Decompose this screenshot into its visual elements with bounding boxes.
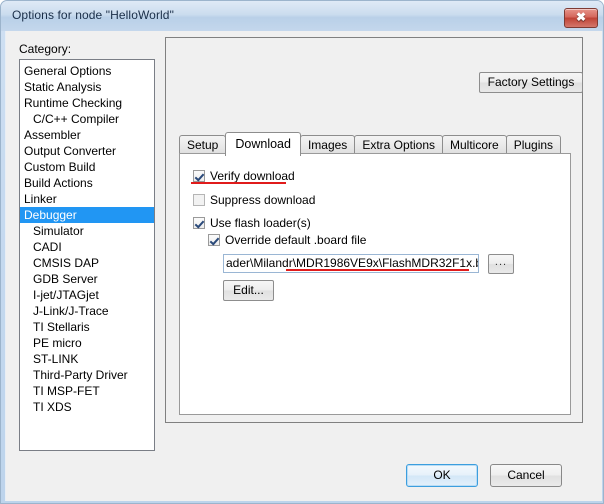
verify-download-label: Verify download xyxy=(210,169,295,183)
sidebar-item-label: J-Link/J-Trace xyxy=(33,304,109,318)
verify-download-underline xyxy=(191,182,286,184)
sidebar-item[interactable]: Runtime Checking xyxy=(20,95,154,111)
verify-download-checkbox-icon[interactable] xyxy=(193,170,205,182)
sidebar-item[interactable]: Simulator xyxy=(20,223,154,239)
category-listbox[interactable]: General Options Static Analysis Runtime Ch… xyxy=(19,59,155,451)
sidebar-item[interactable]: TI MSP-FET xyxy=(20,383,154,399)
use-flash-loaders-checkbox-row[interactable]: Use flash loader(s) xyxy=(193,216,311,230)
sidebar-item[interactable]: ST-LINK xyxy=(20,351,154,367)
sidebar-item[interactable]: J-Link/J-Trace xyxy=(20,303,154,319)
sidebar-item[interactable]: Static Analysis xyxy=(20,79,154,95)
close-x-icon: ✖ xyxy=(575,10,587,24)
sidebar-item[interactable]: CADI xyxy=(20,239,154,255)
cancel-button[interactable]: Cancel xyxy=(490,464,562,487)
tab-download[interactable]: Download xyxy=(225,132,301,156)
sidebar-item-label: Build Actions xyxy=(24,176,93,190)
sidebar-item[interactable]: Output Converter xyxy=(20,143,154,159)
use-flash-loaders-label: Use flash loader(s) xyxy=(210,216,311,230)
ok-button[interactable]: OK xyxy=(406,464,478,487)
sidebar-item[interactable]: C/C++ Compiler xyxy=(20,111,154,127)
tab-label: Extra Options xyxy=(362,138,436,152)
sidebar-item-label: TI XDS xyxy=(33,400,72,414)
sidebar-item[interactable]: Build Actions xyxy=(20,175,154,191)
board-path-underline xyxy=(286,269,469,271)
sidebar-item[interactable]: Third-Party Driver xyxy=(20,367,154,383)
tab-strip: Setup Download Images Extra Options Multicor… xyxy=(179,132,562,156)
sidebar-item[interactable]: Custom Build xyxy=(20,159,154,175)
suppress-download-checkbox-row[interactable]: Suppress download xyxy=(193,193,315,207)
factory-settings-button[interactable]: Factory Settings xyxy=(479,72,583,93)
suppress-download-checkbox-icon[interactable] xyxy=(193,194,205,206)
sidebar-item-label: General Options xyxy=(24,64,112,78)
tab-label: Setup xyxy=(187,138,219,152)
sidebar-item-label: Static Analysis xyxy=(24,80,102,94)
sidebar-item[interactable]: CMSIS DAP xyxy=(20,255,154,271)
sidebar-item-label: Debugger xyxy=(24,208,77,222)
sidebar-item-label: Runtime Checking xyxy=(24,96,123,110)
override-board-file-checkbox-icon[interactable] xyxy=(208,234,220,246)
sidebar-item-label: CMSIS DAP xyxy=(33,256,100,270)
sidebar-item[interactable]: Linker xyxy=(20,191,154,207)
sidebar-item[interactable]: Debugger xyxy=(20,207,154,223)
title-bar: Options for node "HelloWorld" ✖ xyxy=(1,1,603,31)
sidebar-item[interactable]: TI XDS xyxy=(20,399,154,415)
use-flash-loaders-checkbox-icon[interactable] xyxy=(193,217,205,229)
sidebar-item-label: TI MSP-FET xyxy=(33,384,100,398)
sidebar-item-label: Output Converter xyxy=(24,144,117,158)
sidebar-item-label: Third-Party Driver xyxy=(33,368,128,382)
options-dialog-window: Options for node "HelloWorld" ✖ Category… xyxy=(0,0,604,504)
suppress-download-label: Suppress download xyxy=(210,193,316,207)
browse-board-file-button[interactable]: ... xyxy=(488,254,514,274)
sidebar-item-label: TI Stellaris xyxy=(33,320,90,334)
window-title: Options for node "HelloWorld" xyxy=(12,8,174,22)
sidebar-item-label: C/C++ Compiler xyxy=(33,112,120,126)
sidebar-item[interactable]: TI Stellaris xyxy=(20,319,154,335)
tab-label: Images xyxy=(307,138,348,152)
sidebar-item-label: Custom Build xyxy=(24,160,96,174)
sidebar-item-label: PE micro xyxy=(33,336,82,350)
override-board-file-label: Override default .board file xyxy=(225,233,367,247)
sidebar-item-label: CADI xyxy=(33,240,62,254)
tab-label: Download xyxy=(235,137,291,151)
sidebar-item-label: I-jet/JTAGjet xyxy=(33,288,99,302)
board-file-path-value: ader\Milandr\MDR1986VE9x\FlashMDR32F1x.b… xyxy=(226,256,479,270)
tab-label: Multicore xyxy=(450,138,499,152)
sidebar-item[interactable]: GDB Server xyxy=(20,271,154,287)
category-label: Category: xyxy=(19,42,72,56)
sidebar-item[interactable]: PE micro xyxy=(20,335,154,351)
verify-download-checkbox-row[interactable]: Verify download xyxy=(193,169,295,183)
sidebar-item-label: Assembler xyxy=(24,128,81,142)
sidebar-item-label: ST-LINK xyxy=(33,352,79,366)
close-button[interactable]: ✖ xyxy=(564,8,598,28)
sidebar-item-label: Simulator xyxy=(33,224,84,238)
override-board-file-checkbox-row[interactable]: Override default .board file xyxy=(208,233,366,247)
sidebar-item-label: Linker xyxy=(24,192,57,206)
sidebar-item-label: GDB Server xyxy=(33,272,98,286)
edit-board-file-button[interactable]: Edit... xyxy=(223,280,274,301)
sidebar-item[interactable]: I-jet/JTAGjet xyxy=(20,287,154,303)
tab-label: Plugins xyxy=(513,138,554,152)
sidebar-item[interactable]: General Options xyxy=(20,63,154,79)
sidebar-item[interactable]: Assembler xyxy=(20,127,154,143)
